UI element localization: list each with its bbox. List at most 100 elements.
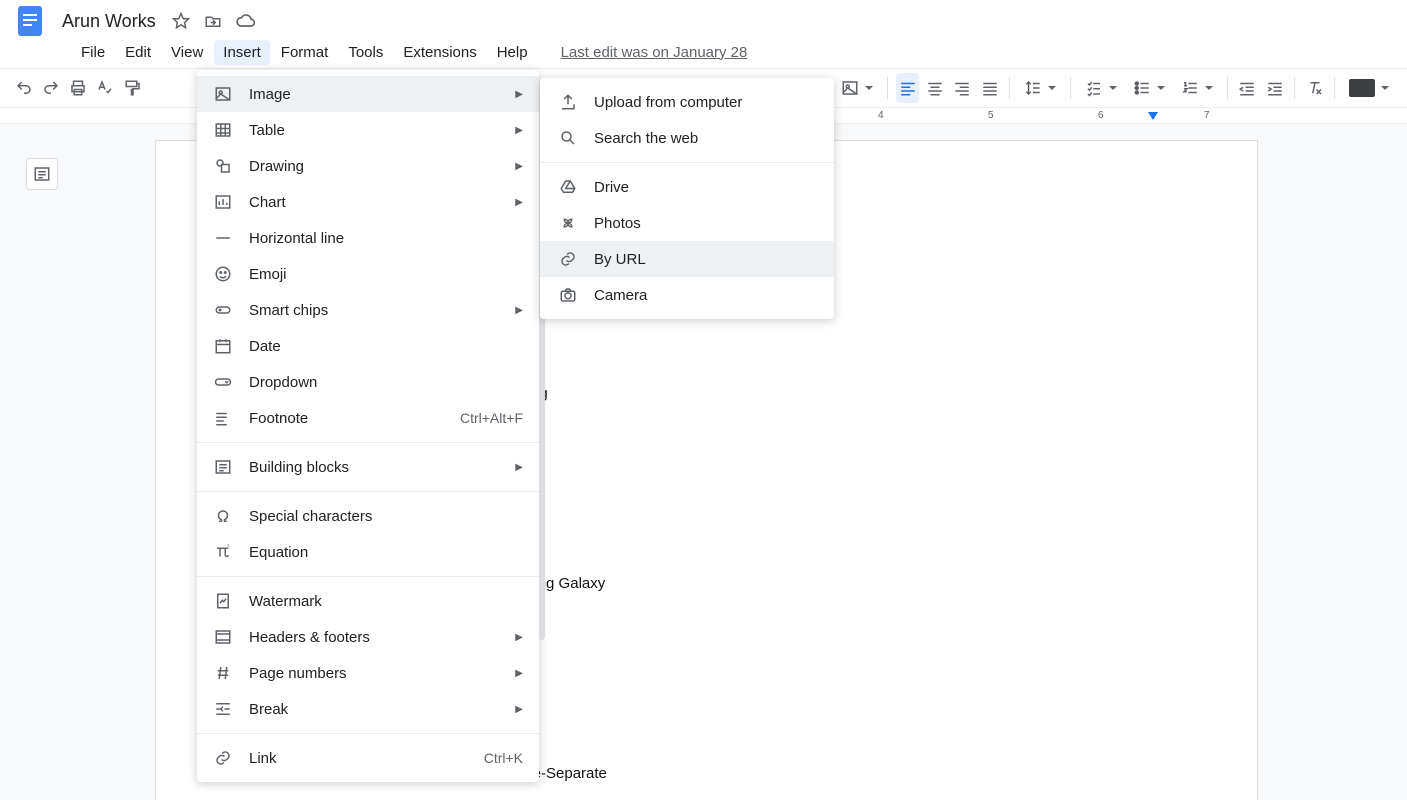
dropdown-icon <box>213 373 233 391</box>
menu-item-smart-chips[interactable]: Smart chips ▶ <box>197 292 539 328</box>
menu-item-date[interactable]: Date <box>197 328 539 364</box>
numbered-list-button[interactable] <box>1175 73 1219 103</box>
camera-icon <box>558 286 578 304</box>
menu-item-image[interactable]: Image ▶ <box>197 76 539 112</box>
move-icon[interactable] <box>204 11 222 31</box>
link-icon <box>213 749 233 767</box>
star-icon[interactable] <box>172 11 190 31</box>
redo-button[interactable] <box>39 73 62 103</box>
menu-insert[interactable]: Insert <box>214 40 270 65</box>
docs-logo[interactable] <box>10 1 50 41</box>
spellcheck-button[interactable] <box>94 73 117 103</box>
menu-item-emoji[interactable]: Emoji <box>197 256 539 292</box>
menu-item-dropdown[interactable]: Dropdown <box>197 364 539 400</box>
right-indent-marker[interactable] <box>1148 112 1158 120</box>
submenu-item-search-the-web[interactable]: Search the web <box>540 120 834 156</box>
watermark-icon <box>213 592 233 610</box>
submenu-arrow-icon: ▶ <box>515 704 523 715</box>
submenu-item-camera[interactable]: Camera <box>540 277 834 313</box>
omega-icon <box>213 507 233 525</box>
ruler-mark: 5 <box>988 110 994 121</box>
decrease-indent-button[interactable] <box>1236 73 1259 103</box>
insert-menu: Image ▶ Table ▶ Drawing ▶ Chart ▶ Horizo… <box>197 70 539 782</box>
upload-icon <box>558 93 578 111</box>
menu-edit[interactable]: Edit <box>116 40 160 65</box>
menu-item-footnote[interactable]: Footnote Ctrl+Alt+F <box>197 400 539 436</box>
menu-item-break[interactable]: Break ▶ <box>197 691 539 727</box>
submenu-arrow-icon: ▶ <box>515 668 523 679</box>
bulleted-list-button[interactable] <box>1127 73 1171 103</box>
menu-extensions[interactable]: Extensions <box>394 40 485 65</box>
menu-item-horizontal-line[interactable]: Horizontal line <box>197 220 539 256</box>
line-spacing-button[interactable] <box>1018 73 1062 103</box>
submenu-item-by-url[interactable]: By URL <box>540 241 834 277</box>
menu-item-table[interactable]: Table ▶ <box>197 112 539 148</box>
cloud-status-icon[interactable] <box>236 11 256 31</box>
menu-tools[interactable]: Tools <box>339 40 392 65</box>
menu-item-drawing[interactable]: Drawing ▶ <box>197 148 539 184</box>
menu-item-headers-footers[interactable]: Headers & footers ▶ <box>197 619 539 655</box>
paint-format-button[interactable] <box>121 73 144 103</box>
align-justify-button[interactable] <box>978 73 1001 103</box>
svg-text:2: 2 <box>227 544 230 550</box>
url-icon <box>558 250 578 268</box>
menu-file[interactable]: File <box>72 40 114 65</box>
image-icon <box>213 85 233 103</box>
chart-icon <box>213 193 233 211</box>
menu-item-label: Emoji <box>249 266 523 283</box>
last-edit-link[interactable]: Last edit was on January 28 <box>561 44 748 61</box>
drive-icon <box>558 178 578 196</box>
submenu-item-upload-from-computer[interactable]: Upload from computer <box>540 84 834 120</box>
shortcut-label: Ctrl+K <box>484 750 523 766</box>
increase-indent-button[interactable] <box>1263 73 1286 103</box>
menu-item-page-numbers[interactable]: Page numbers ▶ <box>197 655 539 691</box>
submenu-item-drive[interactable]: Drive <box>540 169 834 205</box>
menu-item-special-characters[interactable]: Special characters <box>197 498 539 534</box>
editing-mode-button[interactable] <box>1343 73 1395 103</box>
insert-image-button[interactable] <box>835 73 879 103</box>
menu-format[interactable]: Format <box>272 40 338 65</box>
menu-item-label: Image <box>249 86 499 103</box>
submenu-item-photos[interactable]: Photos <box>540 205 834 241</box>
pi-icon: 2 <box>213 543 233 561</box>
submenu-item-label: Search the web <box>594 130 698 147</box>
print-button[interactable] <box>67 73 90 103</box>
drawing-icon <box>213 157 233 175</box>
outline-toggle-button[interactable] <box>26 158 58 190</box>
date-icon <box>213 337 233 355</box>
break-icon <box>213 700 233 718</box>
align-left-button[interactable] <box>896 73 919 103</box>
menu-item-watermark[interactable]: Watermark <box>197 583 539 619</box>
menu-item-label: Building blocks <box>249 459 499 476</box>
menu-item-label: Watermark <box>249 593 523 610</box>
align-center-button[interactable] <box>923 73 946 103</box>
menu-item-equation[interactable]: 2 Equation <box>197 534 539 570</box>
submenu-arrow-icon: ▶ <box>515 305 523 316</box>
align-right-button[interactable] <box>951 73 974 103</box>
submenu-arrow-icon: ▶ <box>515 632 523 643</box>
doc-title[interactable]: Arun Works <box>56 9 162 34</box>
menu-item-label: Footnote <box>249 410 444 427</box>
submenu-item-label: Photos <box>594 215 641 232</box>
menu-item-label: Equation <box>249 544 523 561</box>
menubar: FileEditViewInsertFormatToolsExtensionsH… <box>0 36 1407 68</box>
headers-icon <box>213 628 233 646</box>
menu-item-chart[interactable]: Chart ▶ <box>197 184 539 220</box>
undo-button[interactable] <box>12 73 35 103</box>
menu-view[interactable]: View <box>162 40 212 65</box>
submenu-arrow-icon: ▶ <box>515 161 523 172</box>
photos-icon <box>558 214 578 232</box>
menu-help[interactable]: Help <box>488 40 537 65</box>
menu-item-label: Link <box>249 750 468 767</box>
menu-item-link[interactable]: Link Ctrl+K <box>197 740 539 776</box>
menu-item-label: Page numbers <box>249 665 499 682</box>
menu-item-building-blocks[interactable]: Building blocks ▶ <box>197 449 539 485</box>
submenu-item-label: By URL <box>594 251 646 268</box>
checklist-button[interactable] <box>1079 73 1123 103</box>
menu-item-label: Table <box>249 122 499 139</box>
submenu-item-label: Camera <box>594 287 647 304</box>
clear-formatting-button[interactable] <box>1303 73 1326 103</box>
menu-item-label: Special characters <box>249 508 523 525</box>
submenu-arrow-icon: ▶ <box>515 197 523 208</box>
ruler-mark: 7 <box>1204 110 1210 121</box>
